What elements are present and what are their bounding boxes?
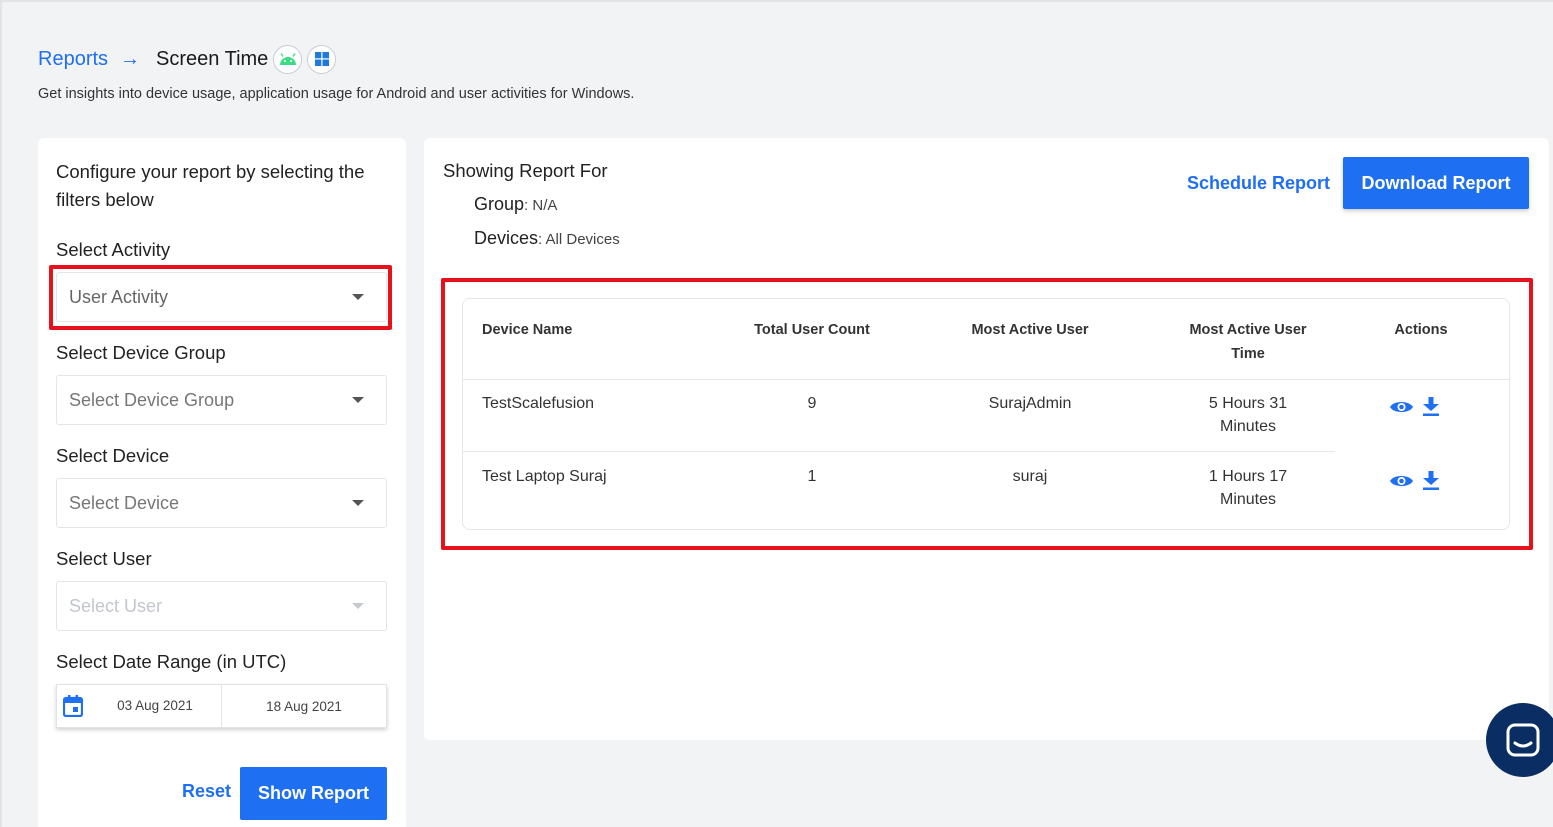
group-value: : N/A [524, 197, 558, 214]
devices-key: Devices [474, 228, 539, 248]
chat-icon [1506, 723, 1540, 757]
download-report-button[interactable]: Download Report [1343, 157, 1529, 209]
report-table: Device Name Total User Count Most Active… [462, 298, 1510, 530]
date-from-field[interactable]: 03 Aug 2021 [89, 684, 222, 728]
device-group-select[interactable]: Select Device Group [56, 375, 387, 425]
column-header: Device Name [482, 322, 573, 338]
report-devices-line: Devices: All Devices [474, 228, 620, 249]
date-to-field[interactable]: 18 Aug 2021 [222, 699, 386, 714]
user-label: Select User [56, 548, 152, 569]
row-actions [1390, 471, 1439, 490]
header-divider [463, 379, 1509, 380]
schedule-report-button[interactable]: Schedule Report [1187, 173, 1330, 194]
device-placeholder: Select Device [69, 492, 180, 513]
page-subtitle: Get insights into device usage, applicat… [38, 86, 635, 102]
download-icon[interactable] [1423, 471, 1439, 490]
row-actions [1390, 397, 1439, 416]
most-active-user-cell: SurajAdmin [988, 395, 1072, 412]
left-border [0, 0, 2, 827]
column-header: Actions [1394, 322, 1448, 338]
breadcrumb-arrow-icon: → [120, 47, 141, 70]
page-title: Screen Time [156, 47, 269, 70]
top-border [0, 0, 1553, 2]
device-name-cell: TestScalefusion [482, 395, 595, 412]
date-range-label: Select Date Range (in UTC) [56, 651, 287, 672]
device-name-cell: Test Laptop Suraj [482, 468, 607, 485]
device-select[interactable]: Select Device [56, 478, 387, 528]
device-group-label: Select Device Group [56, 342, 226, 363]
chevron-down-icon [352, 603, 364, 609]
user-count-cell: 1 [807, 468, 817, 485]
group-key: Group [474, 194, 525, 214]
breadcrumb-reports-link[interactable]: Reports [38, 48, 108, 71]
devices-value: : All Devices [538, 231, 620, 248]
date-range-picker[interactable]: 03 Aug 2021 18 Aug 2021 [56, 684, 387, 728]
column-header: Most Active User Time [1189, 322, 1307, 362]
report-heading: Showing Report For [443, 160, 608, 181]
eye-icon[interactable] [1390, 473, 1413, 489]
chevron-down-icon [352, 294, 364, 300]
chevron-down-icon [352, 397, 364, 403]
report-group-line: Group: N/A [474, 194, 557, 215]
activity-label: Select Activity [56, 239, 171, 260]
user-count-cell: 9 [807, 395, 817, 412]
most-active-user-cell: suraj [1012, 468, 1048, 485]
activity-select[interactable]: User Activity [56, 272, 387, 322]
most-active-time-cell: 5 Hours 31 Minutes [1208, 395, 1288, 435]
show-report-button[interactable]: Show Report [240, 767, 387, 820]
download-icon[interactable] [1423, 397, 1439, 416]
device-group-placeholder: Select Device Group [69, 389, 235, 410]
chat-widget-button[interactable] [1486, 703, 1553, 777]
chevron-down-icon [352, 500, 364, 506]
column-header: Total User Count [754, 322, 870, 338]
activity-select-value: User Activity [69, 286, 169, 307]
breadcrumb: Reports → Screen Time [38, 44, 337, 74]
device-label: Select Device [56, 445, 170, 466]
user-select: Select User [56, 581, 387, 631]
windows-icon [307, 44, 337, 74]
android-icon [273, 44, 303, 74]
filter-panel: Configure your report by selecting the f… [38, 138, 406, 827]
row-divider [463, 451, 1335, 452]
reset-button[interactable]: Reset [182, 781, 231, 802]
most-active-time-cell: 1 Hours 17 Minutes [1208, 468, 1288, 508]
column-header: Most Active User [971, 322, 1089, 338]
user-placeholder: Select User [69, 595, 163, 616]
eye-icon[interactable] [1390, 399, 1413, 415]
calendar-icon[interactable] [57, 695, 89, 717]
filter-intro-text: Configure your report by selecting the f… [56, 161, 365, 210]
